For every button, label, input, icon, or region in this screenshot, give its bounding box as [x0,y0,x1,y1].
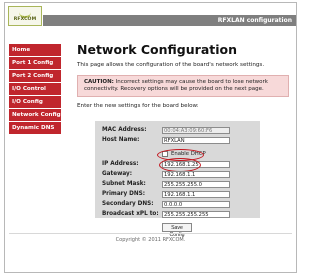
application-header-bar: RFXLAN configuration [43,15,296,26]
footer-divider [9,233,292,234]
subnet-mask-field[interactable]: 255.255.255.0 [162,181,230,188]
page-title: Network Configuration [77,42,237,57]
host-name-field[interactable]: RFXLAN [162,137,230,144]
broadcast-xpl-label: Broadcast xPL to: [102,211,159,217]
caution-message: CAUTION: Incorrect settings may cause th… [77,75,289,97]
main-content: Network Configuration This page allows t… [77,43,289,110]
gateway-field[interactable]: 192.168.1.1 [162,171,230,178]
site-header: RFXCOM RFXLAN configuration [5,3,296,27]
network-settings-form: MAC Address: 00:04:A3:09:60:F6 Host Name… [95,121,260,218]
sidebar-item-dynamic-dns[interactable]: Dynamic DNS [9,122,61,134]
primary-dns-row: Primary DNS: 192.168.1.1 [95,190,260,199]
sidebar-navigation: Home Port 1 Config Port 2 Config I/O Con… [9,44,61,135]
broadcast-xpl-field[interactable]: 255.255.255.255 [162,211,230,218]
sidebar-item-port-2-config[interactable]: Port 2 Config [9,70,61,82]
subnet-mask-label: Subnet Mask: [102,181,146,187]
mac-address-label: MAC Address: [102,127,147,133]
host-name-label: Host Name: [102,137,140,143]
browser-page: RFXCOM RFXLAN configuration Home Port 1 … [4,2,297,273]
save-config-button[interactable]: Save Config [162,223,192,238]
primary-dns-label: Primary DNS: [102,191,146,197]
sidebar-item-io-config[interactable]: I/O Config [9,96,61,108]
ip-address-label: IP Address: [102,161,139,167]
mac-address-row: MAC Address: 00:04:A3:09:60:F6 [95,126,260,135]
host-name-row: Host Name: RFXLAN [95,136,260,145]
sidebar-item-home[interactable]: Home [9,44,61,56]
caution-label: CAUTION: [84,79,114,85]
secondary-dns-field[interactable]: 0.0.0.0 [162,201,230,208]
broadcast-xpl-row: Broadcast xPL to: 255.255.255.255 [95,210,260,219]
sidebar-item-io-control[interactable]: I/O Control [9,83,61,95]
subnet-mask-row: Subnet Mask: 255.255.255.0 [95,180,260,189]
secondary-dns-row: Secondary DNS: 0.0.0.0 [95,200,260,209]
rfxcom-logo: RFXCOM [8,6,42,26]
app-title: RFXLAN configuration [217,17,292,24]
primary-dns-field[interactable]: 192.168.1.1 [162,191,230,198]
page-description: This page allows the configuration of th… [77,62,265,68]
form-instructions: Enter the new settings for the board bel… [77,103,199,109]
gateway-label: Gateway: [102,171,132,177]
mac-address-field: 00:04:A3:09:60:F6 [162,127,230,134]
gateway-row: Gateway: 192.168.1.1 [95,170,260,179]
copyright-footer: Copyright © 2011 RFXCOM. [115,237,186,243]
logo-text: RFXCOM [13,17,37,22]
sidebar-item-port-1-config[interactable]: Port 1 Config [9,57,61,69]
secondary-dns-label: Secondary DNS: [102,201,154,207]
sidebar-item-network-config[interactable]: Network Config [9,109,61,121]
